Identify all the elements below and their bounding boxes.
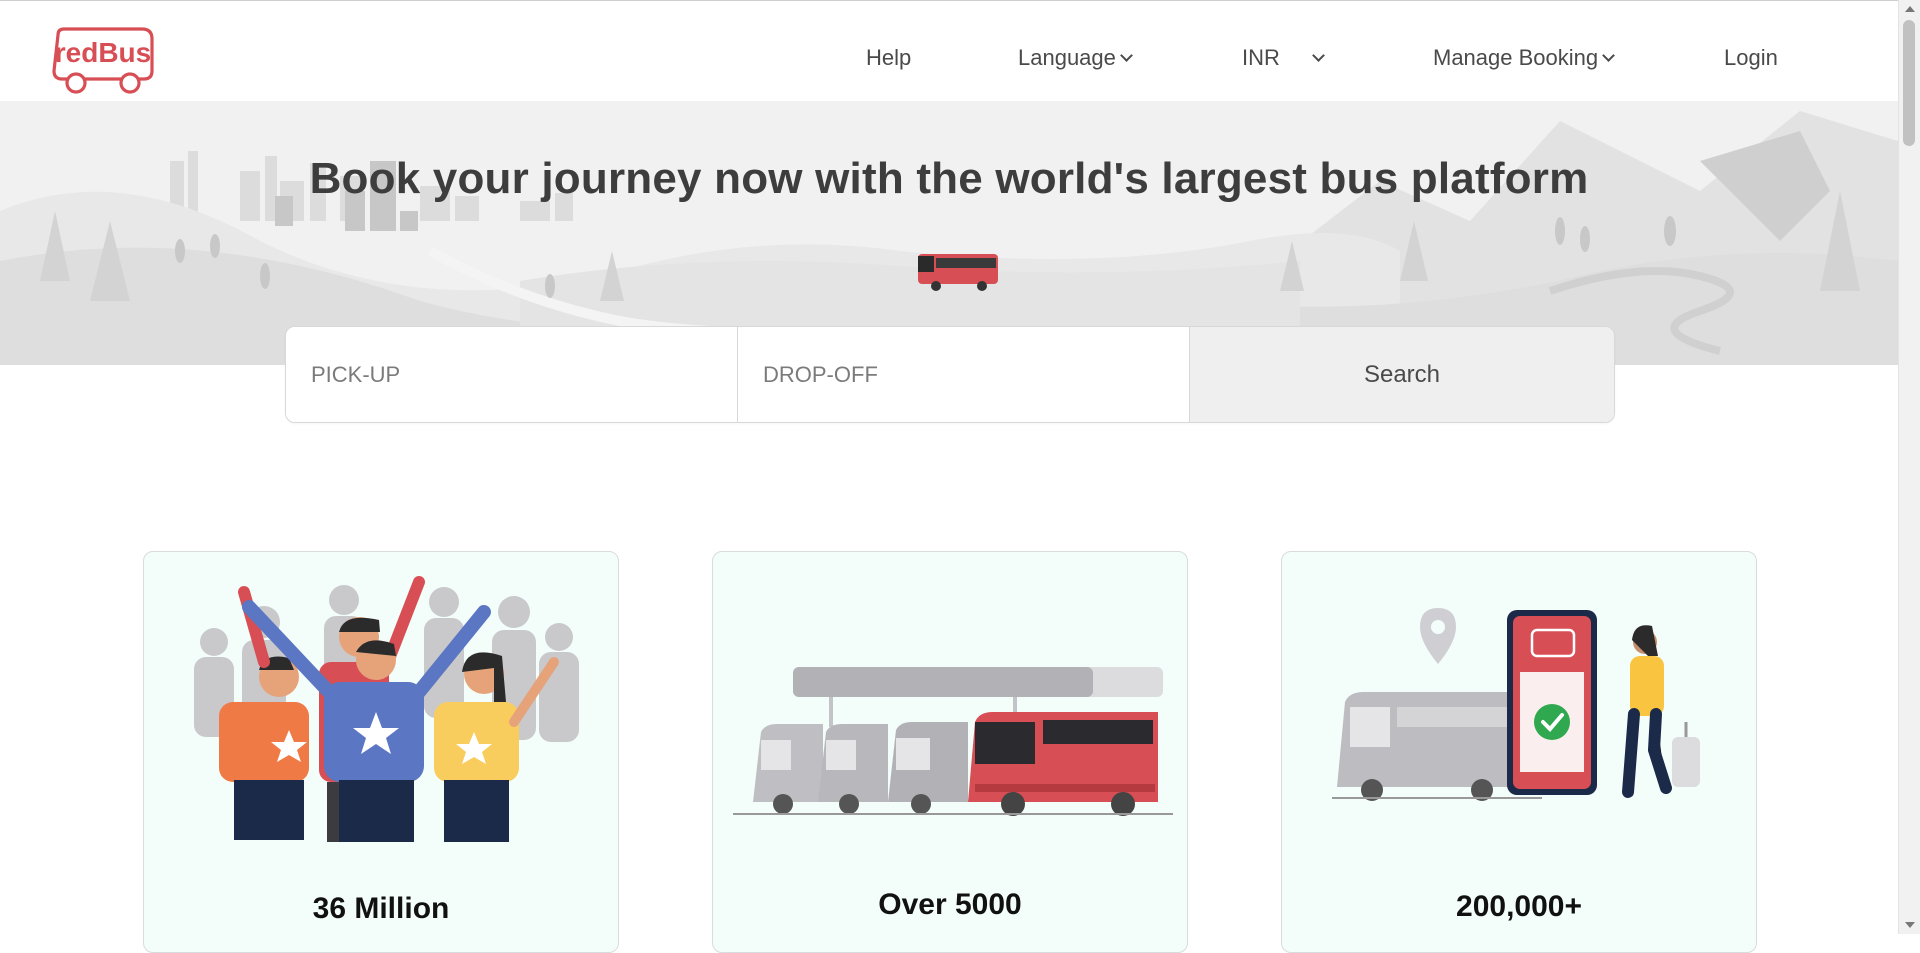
- scroll-up-arrow-icon[interactable]: [1905, 6, 1915, 12]
- stat-card-title: 36 Million: [312, 892, 450, 925]
- page-scrollbar[interactable]: [1898, 0, 1920, 934]
- hero-headline: Book your journey now with the world's l…: [309, 154, 1589, 203]
- chevron-down-icon: [1312, 49, 1325, 62]
- nav-manage-booking-label: Manage Booking: [1433, 45, 1599, 70]
- nav-currency-label: INR: [1242, 45, 1280, 70]
- mobile-booking-illustration: [1332, 608, 1700, 801]
- nav-help[interactable]: Help: [866, 45, 911, 71]
- stat-card-operators: Over 5000: [712, 551, 1188, 953]
- bus-icon: [916, 250, 1000, 292]
- nav-login[interactable]: Login: [1724, 45, 1778, 71]
- stat-card-customers: 36 Million: [143, 551, 619, 953]
- stat-card-tickets: 200,000+: [1281, 551, 1757, 953]
- chevron-down-icon: [1602, 49, 1615, 62]
- scrollbar-thumb[interactable]: [1903, 20, 1915, 146]
- chevron-down-icon: [1120, 49, 1133, 62]
- nav-language-dropdown[interactable]: Language: [1018, 45, 1133, 71]
- search-bar: Search: [285, 326, 1615, 423]
- pickup-input[interactable]: [286, 327, 738, 422]
- dropoff-input[interactable]: [738, 327, 1190, 422]
- happy-customers-illustration: [194, 576, 579, 842]
- stat-card-title: Over 5000: [878, 888, 1022, 921]
- nav-help-label: Help: [866, 45, 912, 70]
- search-button[interactable]: Search: [1190, 327, 1614, 422]
- site-header: redBus Help Language INR Manage Booking …: [0, 1, 1898, 101]
- redbus-logo[interactable]: redBus: [50, 27, 156, 95]
- nav-currency-dropdown[interactable]: INR: [1242, 45, 1325, 71]
- logo-wordmark: redBus: [55, 37, 151, 68]
- nav-manage-booking-dropdown[interactable]: Manage Booking: [1433, 45, 1615, 71]
- nav-login-label: Login: [1724, 45, 1778, 70]
- scroll-down-arrow-icon[interactable]: [1905, 922, 1915, 928]
- bus-fleet-illustration: [733, 667, 1173, 816]
- nav-language-label: Language: [1018, 45, 1116, 70]
- stat-card-title: 200,000+: [1456, 890, 1582, 923]
